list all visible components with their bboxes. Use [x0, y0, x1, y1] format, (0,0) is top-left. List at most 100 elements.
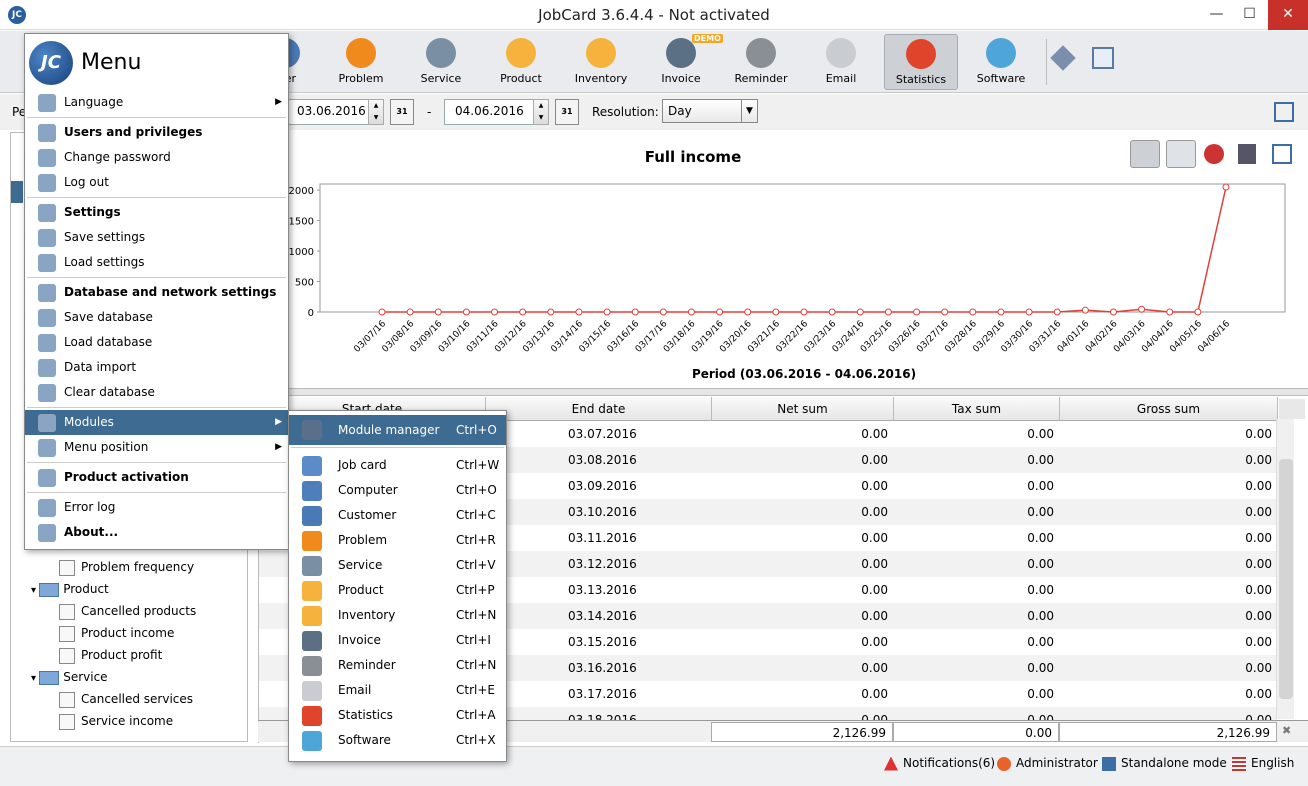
maximize-button[interactable]: ☐ [1233, 0, 1266, 30]
table-cell: 0.00 [1245, 531, 1272, 545]
splitter[interactable] [258, 388, 1308, 396]
menu-item-load-settings[interactable]: Load settings [25, 250, 288, 275]
data-point [997, 308, 1005, 316]
language-label: English [1251, 756, 1295, 770]
mode-status[interactable]: Standalone mode [1102, 755, 1227, 771]
menu-item-language[interactable]: Language ▶ [25, 90, 288, 115]
column-header[interactable]: Tax sum [894, 397, 1060, 421]
column-settings-icon[interactable] [1279, 399, 1305, 419]
print-icon[interactable] [1204, 144, 1224, 164]
toolbar-software-button[interactable]: Software [964, 34, 1038, 90]
submenu-item-software[interactable]: Software Ctrl+X [289, 728, 506, 753]
column-header[interactable]: Gross sum [1060, 397, 1278, 421]
submenu-item-inventory[interactable]: Inventory Ctrl+N [289, 603, 506, 628]
menu-label: Log out [64, 175, 109, 189]
close-button[interactable]: ✕ [1268, 0, 1308, 30]
submenu-item-job-card[interactable]: Job card Ctrl+W [289, 453, 506, 478]
menu-item-product-activation[interactable]: Product activation [25, 465, 288, 490]
clear-totals-icon[interactable]: ✖ [1282, 724, 1291, 737]
tree-report-item[interactable]: Product profit [59, 645, 162, 665]
income-chart: Full income050010001500200003/07/1603/08… [289, 148, 1286, 381]
toolbar-label: Service [420, 72, 462, 85]
gear-save-icon [38, 229, 56, 247]
scroll-thumb[interactable] [1279, 459, 1293, 699]
expand-icon[interactable] [1272, 144, 1292, 164]
toolbar-email-button[interactable]: Email [804, 34, 878, 90]
minimize-button[interactable]: — [1200, 0, 1233, 30]
tree-report-item[interactable]: Cancelled services [59, 689, 193, 709]
menu-item-error-log[interactable]: Error log [25, 495, 288, 520]
menu-item-clear-database[interactable]: Clear database [25, 380, 288, 405]
report-icon [59, 559, 75, 576]
menu-item-database-and-network-settings[interactable]: Database and network settings [25, 280, 288, 305]
user-status[interactable]: Administrator [997, 755, 1098, 771]
expand-arrow-icon[interactable]: ▾ [31, 585, 39, 596]
modules-icon[interactable] [1050, 45, 1076, 71]
table-cell: 03.13.2016 [568, 583, 637, 597]
save-icon[interactable] [1238, 144, 1256, 164]
start-date-spinner[interactable]: ▲ ▼ [368, 99, 384, 125]
column-header[interactable]: End date [486, 397, 712, 421]
submenu-label: Problem [338, 533, 388, 547]
toolbar-statistics-button[interactable]: Statistics [884, 34, 958, 90]
tree-report-item[interactable]: Cancelled products [59, 601, 196, 621]
menu-label: Error log [64, 500, 116, 514]
tree-report-item[interactable]: Problem frequency [59, 557, 194, 577]
data-point [406, 308, 414, 316]
menu-item-settings[interactable]: Settings [25, 200, 288, 225]
toolbar-product-button[interactable]: Product [484, 34, 558, 90]
menu-item-menu-position[interactable]: Menu position ▶ [25, 435, 288, 460]
submenu-item-email[interactable]: Email Ctrl+E [289, 678, 506, 703]
menu-item-save-settings[interactable]: Save settings [25, 225, 288, 250]
data-point [603, 308, 611, 316]
tree-label: Product [63, 582, 109, 596]
submenu-item-problem[interactable]: Problem Ctrl+R [289, 528, 506, 553]
tree-report-item[interactable]: Service income [59, 711, 173, 731]
submenu-item-product[interactable]: Product Ctrl+P [289, 578, 506, 603]
table-scrollbar[interactable] [1276, 419, 1294, 719]
error-log-icon [38, 499, 56, 517]
menu-item-about[interactable]: About... [25, 520, 288, 545]
user-icon [997, 756, 1011, 771]
submenu-item-reminder[interactable]: Reminder Ctrl+N [289, 653, 506, 678]
submenu-item-invoice[interactable]: Invoice Ctrl+I [289, 628, 506, 653]
standalone-icon [1102, 756, 1116, 771]
expand-arrow-icon[interactable]: ▾ [31, 673, 39, 684]
menu-item-log-out[interactable]: Log out [25, 170, 288, 195]
end-date-field[interactable]: 04.06.2016 [444, 99, 536, 125]
toolbar-inventory-button[interactable]: Inventory [564, 34, 638, 90]
start-date-field[interactable]: 03.06.2016 [286, 99, 378, 125]
language-status[interactable]: English [1232, 755, 1294, 771]
start-calendar-button[interactable]: 31 [390, 99, 414, 125]
menu-item-modules[interactable]: Modules ▶ [25, 410, 288, 435]
submenu-item-statistics[interactable]: Statistics Ctrl+A [289, 703, 506, 728]
menu-item-users-and-privileges[interactable]: Users and privileges [25, 120, 288, 145]
menu-item-save-database[interactable]: Save database [25, 305, 288, 330]
submenu-item-module-manager[interactable]: Module manager Ctrl+O [289, 415, 506, 445]
tree-folder[interactable]: ▾ Service [31, 667, 108, 687]
shortcut-label: Ctrl+N [456, 658, 497, 672]
menu-item-load-database[interactable]: Load database [25, 330, 288, 355]
menu-item-data-import[interactable]: Data import [25, 355, 288, 380]
end-calendar-button[interactable]: 31 [555, 99, 579, 125]
tree-folder[interactable]: ▾ Product [31, 579, 109, 599]
chart-view-button[interactable] [1130, 140, 1160, 168]
tree-report-item[interactable]: Product income [59, 623, 174, 643]
window-layout-icon[interactable] [1092, 47, 1114, 69]
submenu-item-service[interactable]: Service Ctrl+V [289, 553, 506, 578]
menu-item-change-password[interactable]: Change password [25, 145, 288, 170]
notifications-status[interactable]: Notifications(6) [884, 755, 995, 771]
submenu-item-customer[interactable]: Customer Ctrl+C [289, 503, 506, 528]
toolbar-service-button[interactable]: Service [404, 34, 478, 90]
toolbar-reminder-button[interactable]: Reminder [724, 34, 798, 90]
email-icon [826, 38, 856, 68]
resolution-select[interactable]: Day ▼ [662, 99, 758, 123]
toolbar-problem-button[interactable]: Problem [324, 34, 398, 90]
table-view-button[interactable] [1166, 140, 1196, 168]
column-header[interactable]: Net sum [712, 397, 894, 421]
submenu-label: Inventory [338, 608, 396, 622]
end-date-spinner[interactable]: ▲ ▼ [533, 99, 549, 125]
chart-panel: Full income 0 500 1000 1500 2000 03/07/16 03/08… [258, 132, 1308, 388]
fullscreen-icon[interactable] [1274, 102, 1294, 122]
submenu-item-computer[interactable]: Computer Ctrl+O [289, 478, 506, 503]
